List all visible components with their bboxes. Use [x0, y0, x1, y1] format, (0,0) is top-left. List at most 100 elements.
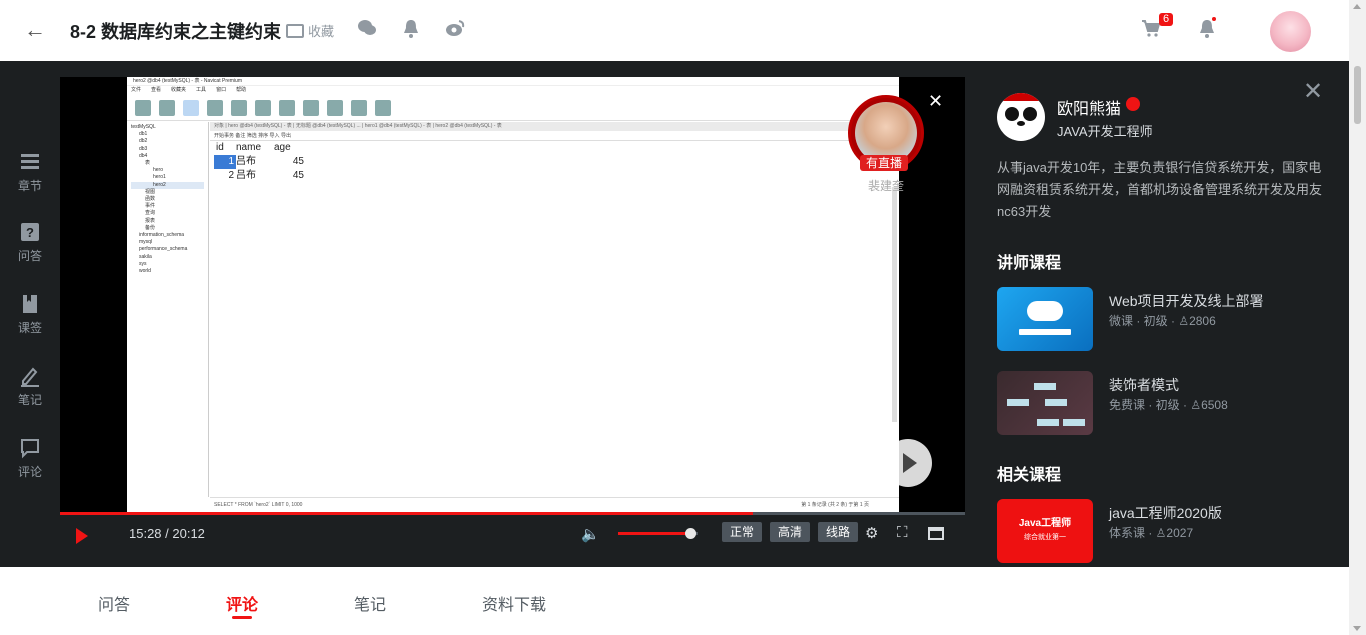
- schedule-icon: [351, 99, 367, 116]
- nav-chapters-label: 章节: [17, 179, 42, 193]
- line-button[interactable]: 线路: [818, 522, 859, 542]
- scroll-thumb[interactable]: [1354, 66, 1361, 124]
- nav-bookmarks-label: 课签: [17, 321, 42, 335]
- favorite-icon: [286, 23, 304, 38]
- navicat-table-view: 对象 | hero @db4 (testMySQL) - 表 | 无标题 @db…: [210, 122, 899, 497]
- live-close-icon[interactable]: ✕: [928, 91, 943, 112]
- scroll-up-icon[interactable]: [1353, 4, 1361, 9]
- data-grid: id name age 1 吕布 45 2 吕布 45: [214, 141, 899, 183]
- nav-qa-label: 问答: [17, 249, 42, 263]
- course-name: Web项目开发及线上部署: [1109, 293, 1264, 309]
- panda-nose: [1017, 121, 1025, 126]
- cloud-icon: [1027, 301, 1063, 321]
- tree-item: 事件: [145, 203, 156, 210]
- tree-item: hero1: [153, 174, 166, 181]
- status-sql: SELECT * FROM `hero2` LIMIT 0, 1000: [214, 502, 303, 508]
- table-row: 1 吕布 45: [214, 155, 899, 169]
- wechat-icon[interactable]: [357, 19, 377, 37]
- cell: 45: [292, 170, 304, 181]
- table-icon: [183, 99, 199, 116]
- nav-chapters[interactable]: 章节: [0, 151, 60, 194]
- tab-downloads[interactable]: 资料下载: [482, 591, 546, 615]
- navicat-menu-item: 查看: [151, 87, 162, 93]
- cart-icon[interactable]: [1141, 18, 1161, 38]
- nav-bookmarks[interactable]: 课签: [0, 293, 60, 336]
- cell: 45: [292, 156, 304, 167]
- tree-item: 表: [145, 160, 151, 167]
- tree-item: information_schema: [139, 232, 185, 239]
- nav-qa[interactable]: ? 问答: [0, 221, 60, 264]
- panel-close-icon[interactable]: ✕: [1303, 77, 1323, 106]
- volume-knob[interactable]: [685, 528, 696, 539]
- backup-icon: [327, 99, 343, 116]
- pip-icon[interactable]: [928, 527, 944, 540]
- live-presenter-name: 裴建奎: [868, 179, 905, 193]
- tab-qa[interactable]: 问答: [98, 591, 130, 615]
- course-card[interactable]: 装饰者模式 免费课 · 初级 · ♙6508: [997, 371, 1337, 435]
- question-icon: ?: [21, 223, 39, 241]
- notification-icon[interactable]: [1198, 19, 1216, 39]
- nav-comments[interactable]: 评论: [0, 437, 60, 480]
- settings-gear-icon[interactable]: ⚙: [865, 524, 878, 542]
- quality-button[interactable]: 高清: [770, 522, 811, 542]
- thumb-subtitle: 综合就业第一: [1024, 534, 1066, 541]
- fullscreen-icon[interactable]: ⛶: [897, 524, 908, 541]
- live-badge[interactable]: 有直播: [860, 155, 909, 171]
- panda-eye: [1005, 107, 1019, 121]
- nav-notes[interactable]: 笔记: [0, 365, 60, 408]
- teacher-panel: ✕ 欧阳熊猫 JAVA开发工程师 从事java开发10年，主要负责银行信贷系统开…: [965, 61, 1349, 567]
- cell: 吕布: [236, 170, 256, 181]
- tab-notes[interactable]: 笔记: [354, 591, 386, 615]
- progress-bar[interactable]: [60, 512, 965, 515]
- cell: 1: [214, 155, 236, 169]
- course-meta: 体系课 · ♙2027: [1109, 526, 1194, 540]
- tree-item: 视图: [145, 188, 156, 195]
- event-icon: [255, 99, 271, 116]
- volume-fill: [618, 532, 690, 535]
- teacher-avatar[interactable]: [997, 93, 1045, 141]
- course-thumbnail: [997, 371, 1093, 435]
- comment-icon: [21, 439, 39, 459]
- table-row: 2 吕布 45: [214, 169, 899, 183]
- volume-slider[interactable]: [618, 528, 698, 539]
- query-icon: [279, 99, 295, 116]
- volume-icon[interactable]: 🔈: [581, 525, 600, 543]
- chapters-icon: [21, 154, 39, 169]
- teacher-name[interactable]: 欧阳熊猫: [1057, 95, 1121, 119]
- tree-item: hero2: [131, 181, 204, 189]
- navicat-menu-item: 工具: [196, 87, 207, 93]
- teacher-description: 从事java开发10年，主要负责银行信贷系统开发，国家电网融资租赁系统开发，首都…: [997, 160, 1323, 219]
- related-courses-title: 相关课程: [997, 467, 1062, 484]
- user-avatar[interactable]: [1270, 11, 1311, 52]
- course-card[interactable]: Java工程师 综合就业第一 java工程师2020版 体系课 · ♙2027: [997, 499, 1337, 563]
- tree-item: db3: [139, 145, 148, 152]
- panda-eye: [1023, 107, 1037, 121]
- tab-comments[interactable]: 评论: [226, 591, 258, 615]
- status-record: 第 1 条记录 (共 2 条) 于第 1 页: [801, 502, 869, 508]
- top-header: ← 8-2 数据库约束之主键约束 收藏 6: [0, 0, 1349, 61]
- page-scrollbar[interactable]: [1349, 0, 1366, 635]
- left-nav: 章节 ? 问答 课签 笔记 评论: [0, 61, 60, 567]
- active-tab-indicator: [232, 616, 252, 619]
- diagram-box: [1037, 419, 1059, 426]
- tree-item: db2: [139, 138, 148, 145]
- notification-dot: [1212, 17, 1216, 21]
- tree-item: 备份: [145, 224, 156, 231]
- play-icon[interactable]: [76, 528, 88, 544]
- video-player[interactable]: hero2 @db4 (testMySQL) - 表 - Navicat Pre…: [60, 77, 965, 512]
- back-arrow-icon[interactable]: ←: [24, 18, 46, 42]
- tree-item: sakila: [139, 253, 152, 260]
- big-play-icon[interactable]: [884, 439, 932, 487]
- navicat-status: SELECT * FROM `hero2` LIMIT 0, 1000 第 1 …: [210, 497, 899, 512]
- speed-button[interactable]: 正常: [722, 522, 763, 542]
- col-header: id: [216, 142, 224, 153]
- cell: 吕布: [236, 156, 256, 167]
- weibo-icon[interactable]: [445, 19, 465, 37]
- navicat-tabs: 对象 | hero @db4 (testMySQL) - 表 | 无标题 @db…: [210, 122, 899, 131]
- tree-item: 查询: [145, 210, 156, 217]
- course-card[interactable]: Web项目开发及线上部署 微课 · 初级 · ♙2806: [997, 287, 1337, 351]
- scroll-down-icon[interactable]: [1353, 626, 1361, 631]
- verified-badge-icon: [1126, 97, 1140, 111]
- favorite-button[interactable]: 收藏: [286, 21, 334, 40]
- bell-icon[interactable]: [403, 19, 419, 39]
